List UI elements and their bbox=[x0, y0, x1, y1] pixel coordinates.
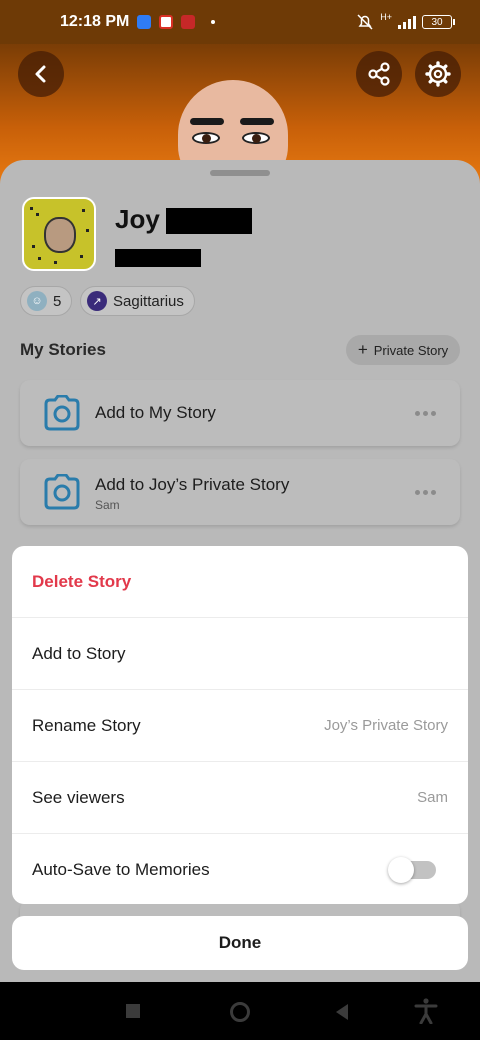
gmail-icon bbox=[159, 15, 174, 29]
rename-story-option[interactable]: Rename Story Joy’s Private Story bbox=[12, 690, 468, 762]
snapcode-dot bbox=[80, 255, 83, 258]
network-type: H+ bbox=[380, 12, 392, 22]
news-app-icon bbox=[181, 15, 196, 29]
story-card-private-story[interactable]: Add to Joy’s Private Story Sam bbox=[20, 459, 460, 525]
auto-save-option[interactable]: Auto-Save to Memories bbox=[12, 834, 468, 904]
gear-icon bbox=[425, 61, 451, 87]
battery-icon: 30 bbox=[422, 15, 455, 29]
system-nav-bar bbox=[0, 982, 480, 1040]
back-nav-button[interactable] bbox=[336, 1004, 348, 1020]
story-action-sheet: Delete Story Add to Story Rename Story J… bbox=[12, 546, 468, 904]
more-options-icon[interactable] bbox=[415, 411, 436, 416]
delete-story-option[interactable]: Delete Story bbox=[12, 546, 468, 618]
avatar-eye bbox=[242, 132, 270, 144]
snapcode-dot bbox=[38, 257, 41, 260]
story-card-my-story[interactable]: Add to My Story bbox=[20, 380, 460, 446]
signal-icon bbox=[398, 15, 416, 29]
mute-bell-icon bbox=[357, 14, 373, 30]
more-notifications-icon bbox=[211, 20, 216, 24]
viewers-value: Sam bbox=[417, 789, 448, 806]
snapcode-dot bbox=[30, 207, 33, 210]
camera-icon bbox=[44, 395, 80, 431]
sagittarius-icon: ↗ bbox=[87, 291, 107, 311]
snap-score-chip[interactable]: ☺ 5 bbox=[20, 286, 73, 316]
accessibility-icon[interactable] bbox=[414, 998, 438, 1024]
avatar-brow bbox=[240, 118, 274, 125]
see-viewers-label: See viewers bbox=[32, 787, 125, 807]
snap-score: 5 bbox=[53, 292, 62, 310]
redacted-username bbox=[115, 249, 201, 267]
drag-handle[interactable] bbox=[210, 170, 270, 176]
more-options-icon[interactable] bbox=[415, 490, 436, 495]
snapcode-dot bbox=[32, 245, 35, 248]
avatar-eye bbox=[192, 132, 220, 144]
settings-button[interactable] bbox=[415, 51, 461, 97]
status-icons: H+ 30 bbox=[356, 0, 455, 44]
done-label: Done bbox=[218, 933, 262, 952]
home-button[interactable] bbox=[230, 1002, 250, 1022]
snapcode-dot bbox=[54, 261, 57, 264]
battery-level: 30 bbox=[431, 16, 443, 28]
add-to-story-label: Add to Story bbox=[32, 643, 126, 663]
chevron-left-icon bbox=[35, 65, 46, 83]
zodiac-chip[interactable]: ↗ Sagittarius bbox=[80, 286, 195, 316]
status-bar: 12:18 PM H+ 30 bbox=[0, 0, 480, 44]
see-viewers-option[interactable]: See viewers Sam bbox=[12, 762, 468, 834]
my-stories-heading: My Stories bbox=[20, 340, 106, 359]
toggle-knob bbox=[388, 857, 414, 883]
share-button[interactable] bbox=[356, 51, 402, 97]
snapcode-bitmoji bbox=[44, 217, 76, 253]
back-button[interactable] bbox=[18, 51, 64, 97]
done-button[interactable]: Done bbox=[12, 916, 468, 970]
story-subtitle: Sam bbox=[95, 498, 120, 512]
camera-icon bbox=[44, 474, 80, 510]
share-icon bbox=[368, 62, 390, 86]
story-name-value: Joy’s Private Story bbox=[324, 717, 448, 734]
private-story-label: Private Story bbox=[373, 342, 449, 358]
ghost-icon: ☺ bbox=[27, 291, 47, 311]
auto-save-toggle[interactable] bbox=[388, 857, 436, 883]
recents-button[interactable] bbox=[126, 1004, 140, 1018]
profile-name: Joy bbox=[115, 204, 160, 234]
story-title: Add to My Story bbox=[95, 403, 216, 422]
snapcode-dot bbox=[86, 229, 89, 232]
redacted-surname bbox=[166, 208, 252, 234]
delete-story-label: Delete Story bbox=[32, 571, 132, 591]
notification-app-icon bbox=[137, 15, 152, 29]
zodiac-sign: Sagittarius bbox=[113, 292, 184, 310]
status-time: 12:18 PM bbox=[60, 13, 130, 30]
snapcode-dot bbox=[36, 213, 39, 216]
rename-story-label: Rename Story bbox=[32, 715, 141, 735]
snapcode-dot bbox=[82, 209, 85, 212]
avatar-brow bbox=[190, 118, 224, 125]
plus-icon: + bbox=[357, 340, 368, 359]
new-private-story-button[interactable]: + Private Story bbox=[346, 335, 460, 365]
snapcode[interactable] bbox=[22, 197, 96, 271]
auto-save-label: Auto-Save to Memories bbox=[32, 860, 210, 879]
story-title: Add to Joy’s Private Story bbox=[95, 475, 290, 494]
add-to-story-option[interactable]: Add to Story bbox=[12, 618, 468, 690]
